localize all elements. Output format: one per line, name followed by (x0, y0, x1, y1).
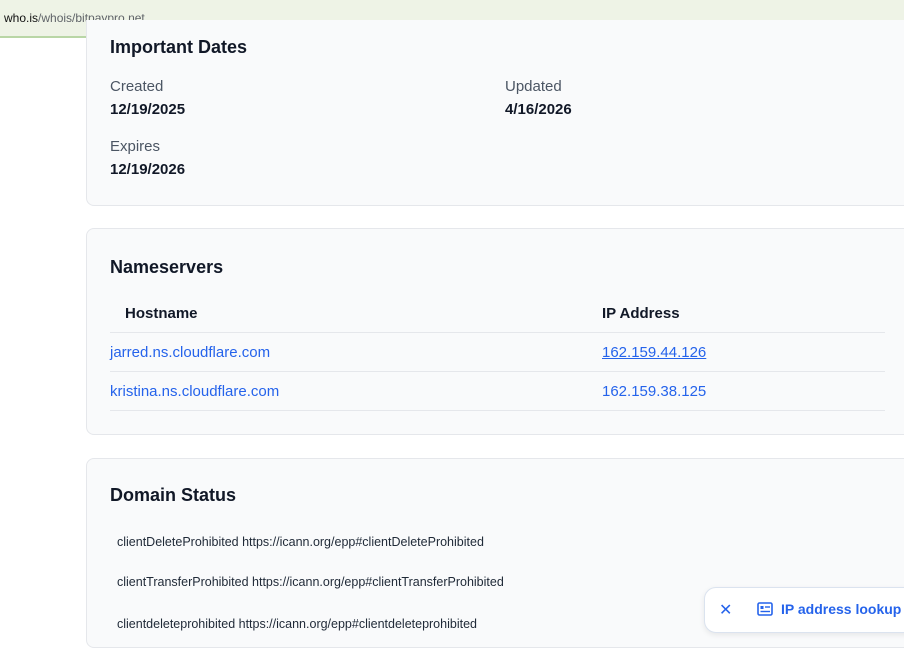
nameserver-ip-link[interactable]: 162.159.44.126 (602, 344, 706, 361)
hostname-column-header: Hostname (125, 305, 198, 322)
ip-column-header: IP Address (602, 305, 680, 322)
status-item: clientdeleteprohibited https://icann.org… (117, 617, 477, 631)
status-item: clientDeleteProhibited https://icann.org… (117, 535, 484, 549)
updated-value: 4/16/2026 (505, 101, 572, 118)
created-label: Created (110, 78, 164, 95)
nameserver-host-link[interactable]: kristina.ns.cloudflare.com (110, 383, 279, 400)
expires-value: 12/19/2026 (110, 161, 186, 178)
table-divider (110, 332, 885, 333)
updated-label: Updated (505, 78, 562, 95)
nameservers-title: Nameservers (110, 257, 224, 277)
id-card-icon (757, 602, 773, 616)
table-divider (110, 371, 885, 372)
table-divider (110, 410, 885, 411)
expires-label: Expires (110, 138, 161, 155)
nameserver-host-link[interactable]: jarred.ns.cloudflare.com (110, 344, 270, 361)
ip-lookup-button[interactable]: IP address lookup (781, 601, 901, 617)
ip-lookup-toast: ✕ IP address lookup (704, 587, 904, 633)
nameservers-card: Nameservers Hostname IP Address jarred.n… (86, 228, 904, 435)
close-icon[interactable]: ✕ (719, 600, 732, 620)
domain-status-title: Domain Status (110, 485, 237, 505)
nameserver-ip-link[interactable]: 162.159.38.125 (602, 383, 706, 400)
created-value: 12/19/2025 (110, 101, 186, 118)
important-dates-card: Important Dates Created 12/19/2025 Updat… (86, 20, 904, 206)
important-dates-title: Important Dates (110, 37, 248, 57)
url-host: who.is (4, 11, 39, 25)
status-item: clientTransferProhibited https://icann.o… (117, 575, 504, 589)
